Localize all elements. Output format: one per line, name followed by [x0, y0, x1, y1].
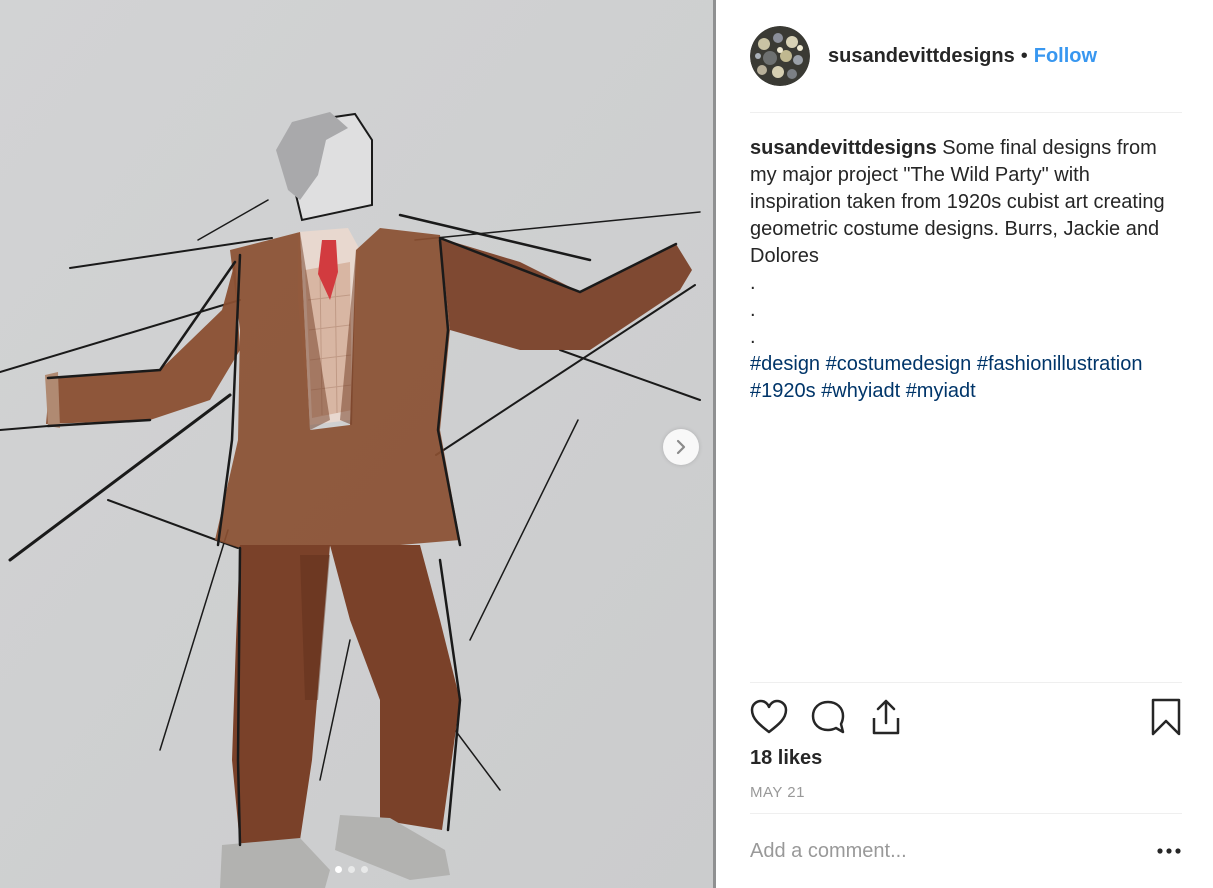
like-button[interactable]	[750, 699, 788, 735]
comment-button[interactable]	[810, 699, 846, 735]
hashtag-link[interactable]: #costumedesign	[826, 353, 972, 375]
likes-count[interactable]: 18 likes	[750, 747, 1182, 770]
post-header: susandevittdesigns • Follow	[750, 0, 1182, 113]
hashtag-link[interactable]: #whyiadt	[821, 380, 900, 402]
action-bar	[750, 697, 1182, 737]
post-actions-section: 18 likes MAY 21	[750, 682, 1182, 813]
carousel-dot-active	[335, 866, 342, 873]
caption-dot-line: .	[750, 272, 756, 294]
post-sidebar: susandevittdesigns • Follow susandevittd…	[714, 0, 1213, 888]
instagram-post: susandevittdesigns • Follow susandevittd…	[0, 0, 1213, 888]
avatar[interactable]	[750, 26, 810, 86]
hashtag-link[interactable]: #design	[750, 353, 820, 375]
costume-illustration	[0, 0, 714, 888]
save-button[interactable]	[1150, 698, 1182, 736]
carousel-indicator	[335, 866, 368, 873]
hashtag-link[interactable]: #myiadt	[906, 380, 976, 402]
hashtag-link[interactable]: #fashionillustration	[977, 353, 1143, 375]
hashtag-link[interactable]: #1920s	[750, 380, 816, 402]
next-image-button[interactable]	[663, 429, 699, 465]
caption-dot-line: .	[750, 299, 756, 321]
caption-dot-line: .	[750, 326, 756, 348]
share-upload-icon	[872, 699, 900, 735]
follow-button[interactable]: Follow	[1034, 45, 1097, 68]
carousel-dot	[361, 866, 368, 873]
caption-username[interactable]: susandevittdesigns	[750, 137, 937, 159]
heart-outline-icon	[750, 699, 788, 734]
post-caption: susandevittdesigns Some final designs fr…	[750, 113, 1180, 682]
avatar-image	[750, 26, 810, 86]
speech-bubble-icon	[811, 700, 845, 734]
bookmark-icon	[1151, 698, 1181, 736]
caption-hashtags: #design #costumedesign #fashionillustrat…	[750, 353, 1143, 402]
post-date[interactable]: MAY 21	[750, 784, 1182, 813]
header-username[interactable]: susandevittdesigns	[828, 45, 1015, 68]
header-separator: •	[1020, 44, 1028, 67]
share-button[interactable]	[868, 698, 904, 736]
comment-input[interactable]	[750, 839, 1156, 863]
more-options-icon	[1157, 848, 1181, 854]
carousel-dot	[348, 866, 355, 873]
comment-bar	[750, 813, 1182, 888]
more-options-button[interactable]	[1156, 847, 1182, 855]
chevron-right-icon	[676, 439, 686, 455]
post-media[interactable]	[0, 0, 714, 888]
